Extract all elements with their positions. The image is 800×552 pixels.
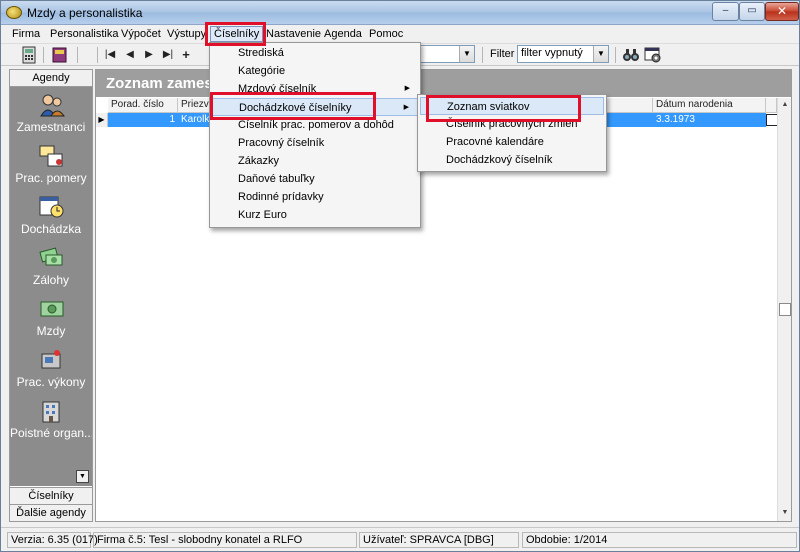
sidebar-item-prac-pomery[interactable]: Prac. pomery [10, 142, 92, 192]
sidebar-item-label: Zamestnanci [16, 120, 86, 134]
machine-icon [41, 350, 61, 369]
calculator-icon[interactable] [21, 46, 37, 64]
row-pointer-icon: ▶ [96, 113, 108, 127]
sidebar-footer-ciselniky[interactable]: Číselníky [10, 487, 92, 504]
contract-icon [39, 145, 63, 167]
menu-item-pracovny-ciselnik[interactable]: Pracovný číselník [212, 134, 418, 152]
last-record-icon[interactable]: ▶| [160, 47, 176, 63]
app-window: Mzdy a personalistika – ▭ ✕ Firma Person… [0, 0, 800, 552]
menu-vypocet[interactable]: Výpočet [118, 27, 164, 41]
menu-personalistika[interactable]: Personalistika [47, 27, 121, 41]
menu-item-strediska[interactable]: Strediská [212, 44, 418, 62]
sidebar-item-prac-vykony[interactable]: Prac. výkony [10, 346, 92, 396]
chevron-down-icon[interactable]: ▼ [593, 46, 608, 62]
submenu-arrow-icon: ▶ [404, 85, 410, 92]
previous-record-icon[interactable]: ◀ [122, 47, 138, 63]
title-bar[interactable]: Mzdy a personalistika – ▭ ✕ [1, 1, 799, 25]
column-header-datum-narodenia[interactable]: Dátum narodenia [653, 98, 766, 113]
scroll-up-icon[interactable]: ▲ [778, 98, 792, 112]
status-user: Užívateľ: SPRAVCA [DBG] [359, 532, 519, 548]
people-icon [40, 94, 65, 117]
sidebar-item-mzdy[interactable]: Mzdy [10, 295, 92, 345]
filter-label: Filter [490, 48, 515, 60]
close-button[interactable]: ✕ [765, 2, 799, 21]
menu-firma[interactable]: Firma [9, 27, 43, 41]
toolbar-separator [615, 47, 616, 63]
agendy-sidebar: Agendy Zamestnanci Prac. pomery Dochádzk… [9, 69, 93, 522]
minimize-button[interactable]: – [712, 2, 739, 21]
menu-item-zakazky[interactable]: Zákazky [212, 152, 418, 170]
filter-select[interactable]: filter vypnutý ▼ [517, 45, 609, 63]
banknotes-icon [39, 247, 63, 266]
submenu-arrow-icon: ▶ [403, 104, 409, 111]
page-title: Zoznam zames [96, 70, 791, 97]
settings-window-icon[interactable] [644, 46, 661, 63]
vertical-scrollbar[interactable]: ▲ ▼ [777, 98, 791, 521]
sidebar-item-zalohy[interactable]: Zálohy [10, 244, 92, 294]
sidebar-item-label: Prac. výkony [16, 375, 86, 389]
sidebar-item-label: Prac. pomery [15, 171, 87, 185]
sidebar-item-label: Poistné organ... [10, 426, 92, 440]
filter-select-value: filter vypnutý [521, 47, 583, 59]
book-icon[interactable] [51, 46, 67, 63]
toolbar-separator [97, 47, 98, 63]
menu-pomoc[interactable]: Pomoc [366, 27, 406, 41]
app-logo-icon [6, 6, 22, 19]
toolbar-separator [43, 47, 44, 63]
chevron-down-icon[interactable]: ▼ [459, 46, 474, 62]
sidebar-item-label: Zálohy [32, 273, 70, 287]
menu-item-dochadzkovy-ciselnik[interactable]: Dochádzkový číselník [420, 151, 604, 169]
menu-item-rodinne-pridavky[interactable]: Rodinné prídavky [212, 188, 418, 206]
add-record-icon[interactable]: + [178, 47, 194, 63]
menu-agenda[interactable]: Agenda [321, 27, 365, 41]
binoculars-icon[interactable] [622, 46, 639, 62]
first-record-icon[interactable]: |◀ [102, 47, 118, 63]
sidebar-item-zamestnanci[interactable]: Zamestnanci [10, 91, 92, 141]
status-bar: Verzia: 6.35 (017) Firma č.5: Tesl - slo… [1, 527, 799, 551]
ciselniky-dropdown: Strediská Kategórie Mzdový číselník ▶ Do… [209, 42, 421, 228]
building-icon [42, 401, 60, 423]
sidebar-item-label: Dochádzka [20, 222, 82, 236]
toolbar-separator [482, 47, 483, 63]
scroll-down-icon[interactable]: ▼ [778, 506, 792, 520]
column-header-check [766, 98, 777, 113]
status-firma: Firma č.5: Tesl - slobodny konatel a RLF… [93, 532, 357, 548]
sidebar-header[interactable]: Agendy [10, 70, 92, 87]
scroll-thumb[interactable] [779, 303, 791, 316]
highlight-ciselniky-menu [205, 22, 266, 46]
next-record-icon[interactable]: ▶ [141, 47, 157, 63]
cell-datum-narodenia: 3.3.1973 [656, 114, 695, 125]
column-header-porad-cislo[interactable]: Porad. číslo [108, 98, 178, 113]
menu-vystupy[interactable]: Výstupy [164, 27, 209, 41]
money-icon [40, 301, 64, 317]
toolbar-separator [77, 47, 78, 63]
menu-item-danove-tabulky[interactable]: Daňové tabuľky [212, 170, 418, 188]
menu-item-kurz-euro[interactable]: Kurz Euro [212, 206, 418, 224]
highlight-dochadzkove-ciselniky [210, 92, 376, 120]
sidebar-item-label: Mzdy [36, 324, 66, 338]
sidebar-item-dochadzka[interactable]: Dochádzka [10, 193, 92, 243]
toolbar-combo[interactable]: ▼ [419, 45, 475, 63]
menu-item-kategorie[interactable]: Kategórie [212, 62, 418, 80]
highlight-zoznam-sviatkov [426, 95, 581, 122]
maximize-button[interactable]: ▭ [739, 2, 765, 21]
sidebar-item-poistne-organ[interactable]: Poistné organ... [10, 397, 92, 447]
cell-porad-cislo: 1 [169, 114, 175, 125]
sidebar-body: Zamestnanci Prac. pomery Dochádzka Záloh… [10, 87, 92, 486]
window-title: Mzdy a personalistika [27, 6, 143, 20]
menu-item-pracovne-kalendare[interactable]: Pracovné kalendáre [420, 133, 604, 151]
status-period: Obdobie: 1/2014 [522, 532, 797, 548]
chevron-down-icon[interactable]: ▼ [76, 470, 89, 483]
calendar-clock-icon [39, 196, 64, 218]
sidebar-footer-dalsie-agendy[interactable]: Ďalšie agendy [10, 504, 92, 521]
menu-nastavenie[interactable]: Nastavenie [263, 27, 324, 41]
status-version: Verzia: 6.35 (017) [7, 532, 98, 548]
